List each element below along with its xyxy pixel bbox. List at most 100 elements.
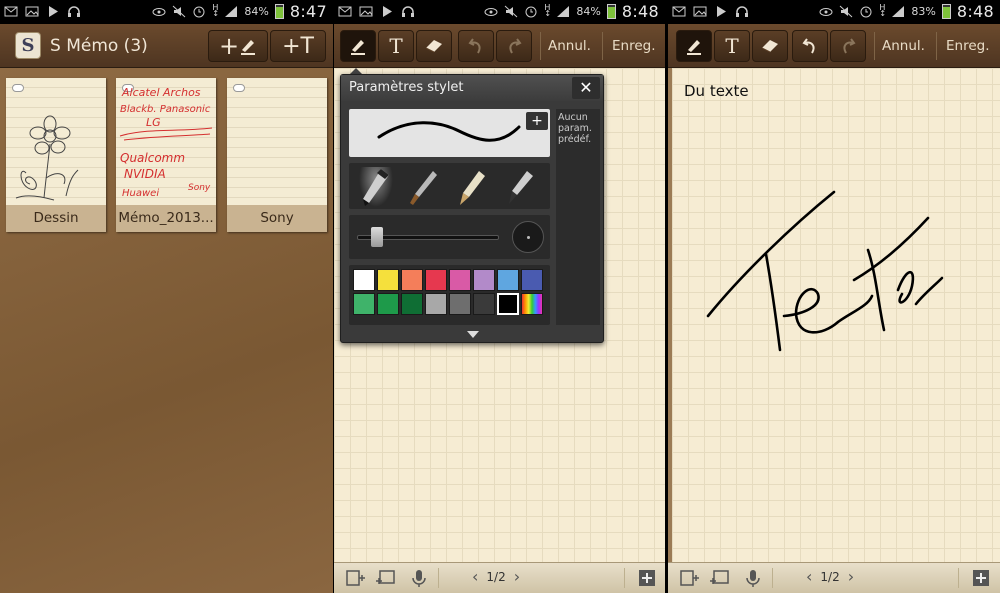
panel-title: Paramètres stylet bbox=[349, 80, 464, 95]
redo-button[interactable] bbox=[830, 30, 866, 62]
color-swatch[interactable] bbox=[353, 269, 375, 291]
status-bar: H ↕ 84% 8:48 bbox=[334, 0, 665, 24]
brush-pen-icon[interactable] bbox=[407, 167, 441, 207]
page-indicator: 1/2 bbox=[486, 570, 506, 584]
scribble-line: NVIDIA bbox=[124, 167, 166, 181]
color-swatch[interactable] bbox=[401, 293, 423, 315]
undo-icon bbox=[468, 38, 481, 54]
new-handwriting-memo-button[interactable]: + bbox=[208, 30, 268, 62]
color-swatch[interactable] bbox=[425, 269, 447, 291]
add-page-icon[interactable] bbox=[636, 568, 658, 588]
pen-size-slider-thumb[interactable] bbox=[371, 227, 384, 247]
battery-percent: 84% bbox=[576, 5, 601, 18]
redo-icon bbox=[509, 38, 522, 54]
add-preset-button[interactable]: + bbox=[526, 112, 548, 130]
clock: 8:48 bbox=[956, 2, 994, 21]
pen-tool-button[interactable] bbox=[340, 30, 376, 62]
s-memo-app-icon[interactable]: S bbox=[15, 32, 41, 59]
pen-icon bbox=[241, 40, 256, 55]
mute-icon bbox=[173, 5, 186, 18]
memo-thumbnail-sony[interactable]: Sony bbox=[227, 78, 327, 232]
cancel-button[interactable]: Annul. bbox=[548, 38, 591, 54]
microphone-icon[interactable] bbox=[742, 568, 764, 588]
memo-board: Dessin Alcatel Archos Blackb. Panasonic … bbox=[0, 68, 333, 593]
save-button[interactable]: Enreg. bbox=[612, 38, 656, 54]
color-swatch[interactable] bbox=[521, 293, 543, 315]
picture-icon bbox=[359, 6, 373, 17]
headphones-icon bbox=[402, 6, 414, 17]
color-swatch[interactable] bbox=[377, 269, 399, 291]
close-panel-button[interactable]: ✕ bbox=[572, 77, 600, 99]
color-swatch[interactable] bbox=[521, 269, 543, 291]
hspa-indicator-icon: H ↕ bbox=[879, 3, 887, 18]
scribble-line: Sony bbox=[188, 183, 211, 193]
battery-icon bbox=[606, 4, 616, 19]
color-swatch[interactable] bbox=[377, 293, 399, 315]
scribble-line: Huawei bbox=[122, 188, 159, 199]
flower-drawing bbox=[15, 115, 79, 201]
undo-button[interactable] bbox=[458, 30, 494, 62]
memo-thumbnail-memo-2013[interactable]: Alcatel Archos Blackb. Panasonic LG Qual… bbox=[116, 78, 216, 232]
insert-page-icon[interactable] bbox=[678, 568, 700, 588]
play-icon bbox=[383, 6, 392, 17]
editor-bottom-bar: ‹ 1/2 › bbox=[334, 562, 665, 593]
email-icon bbox=[672, 6, 686, 17]
eraser-tool-button[interactable] bbox=[416, 30, 452, 62]
memo-list-screen: H ↕ 84% 8:47 S S Mémo (3) + +T Dessin Al… bbox=[0, 0, 333, 593]
page-navigator: ‹ 1/2 › bbox=[472, 569, 520, 585]
previous-page-icon[interactable]: ‹ bbox=[472, 569, 478, 585]
next-page-icon[interactable]: › bbox=[514, 569, 520, 585]
cancel-button[interactable]: Annul. bbox=[882, 38, 925, 54]
eraser-tool-button[interactable] bbox=[752, 30, 788, 62]
redo-button[interactable] bbox=[496, 30, 532, 62]
handwritten-text-drawing bbox=[706, 190, 944, 352]
text-tool-button[interactable]: T bbox=[378, 30, 414, 62]
battery-percent: 83% bbox=[911, 5, 936, 18]
color-swatch[interactable] bbox=[425, 293, 447, 315]
scribble-line: Blackb. Panasonic bbox=[120, 104, 211, 115]
add-page-icon[interactable] bbox=[970, 568, 992, 588]
eraser-icon bbox=[761, 40, 778, 53]
redo-icon bbox=[843, 38, 856, 54]
pen-tool-button[interactable] bbox=[676, 30, 712, 62]
insert-image-icon[interactable] bbox=[374, 568, 396, 588]
calligraphy-pen-icon[interactable] bbox=[503, 167, 537, 207]
pen-size-control bbox=[349, 215, 550, 259]
eraser-icon bbox=[425, 40, 442, 53]
microphone-icon[interactable] bbox=[408, 568, 430, 588]
text-tool-button[interactable]: T bbox=[714, 30, 750, 62]
color-swatch[interactable] bbox=[497, 269, 519, 291]
eye-icon bbox=[152, 8, 166, 16]
headphones-icon bbox=[68, 6, 80, 17]
insert-page-icon[interactable] bbox=[344, 568, 366, 588]
clock: 8:47 bbox=[289, 2, 327, 21]
new-text-memo-button[interactable]: +T bbox=[270, 30, 326, 62]
next-page-icon[interactable]: › bbox=[848, 569, 854, 585]
color-swatch[interactable] bbox=[473, 293, 495, 315]
color-swatch[interactable] bbox=[449, 293, 471, 315]
pencil-icon[interactable] bbox=[455, 167, 489, 207]
memo-thumbnail-dessin[interactable]: Dessin bbox=[6, 78, 106, 232]
preset-list: Aucun param. prédéf. bbox=[556, 109, 600, 325]
marker-pen-icon[interactable] bbox=[359, 167, 393, 207]
scribble-line: Alcatel Archos bbox=[121, 86, 201, 99]
save-button[interactable]: Enreg. bbox=[946, 38, 990, 54]
pen-icon bbox=[687, 40, 701, 55]
expand-panel-icon[interactable] bbox=[467, 331, 479, 338]
note-canvas[interactable]: Du texte bbox=[672, 68, 1000, 562]
color-swatch[interactable] bbox=[497, 293, 519, 315]
pen-icon bbox=[351, 40, 365, 55]
status-bar: H ↕ 83% 8:48 bbox=[668, 0, 1000, 24]
color-swatch[interactable] bbox=[353, 293, 375, 315]
clock: 8:48 bbox=[621, 2, 659, 21]
insert-image-icon[interactable] bbox=[708, 568, 730, 588]
undo-button[interactable] bbox=[792, 30, 828, 62]
color-swatch[interactable] bbox=[473, 269, 495, 291]
color-swatch[interactable] bbox=[449, 269, 471, 291]
color-swatch[interactable] bbox=[401, 269, 423, 291]
previous-page-icon[interactable]: ‹ bbox=[806, 569, 812, 585]
signal-icon bbox=[892, 6, 905, 17]
play-icon bbox=[49, 6, 58, 17]
editor-toolbar: T Annul. Enreg. bbox=[668, 24, 1000, 68]
alarm-icon bbox=[525, 6, 537, 18]
